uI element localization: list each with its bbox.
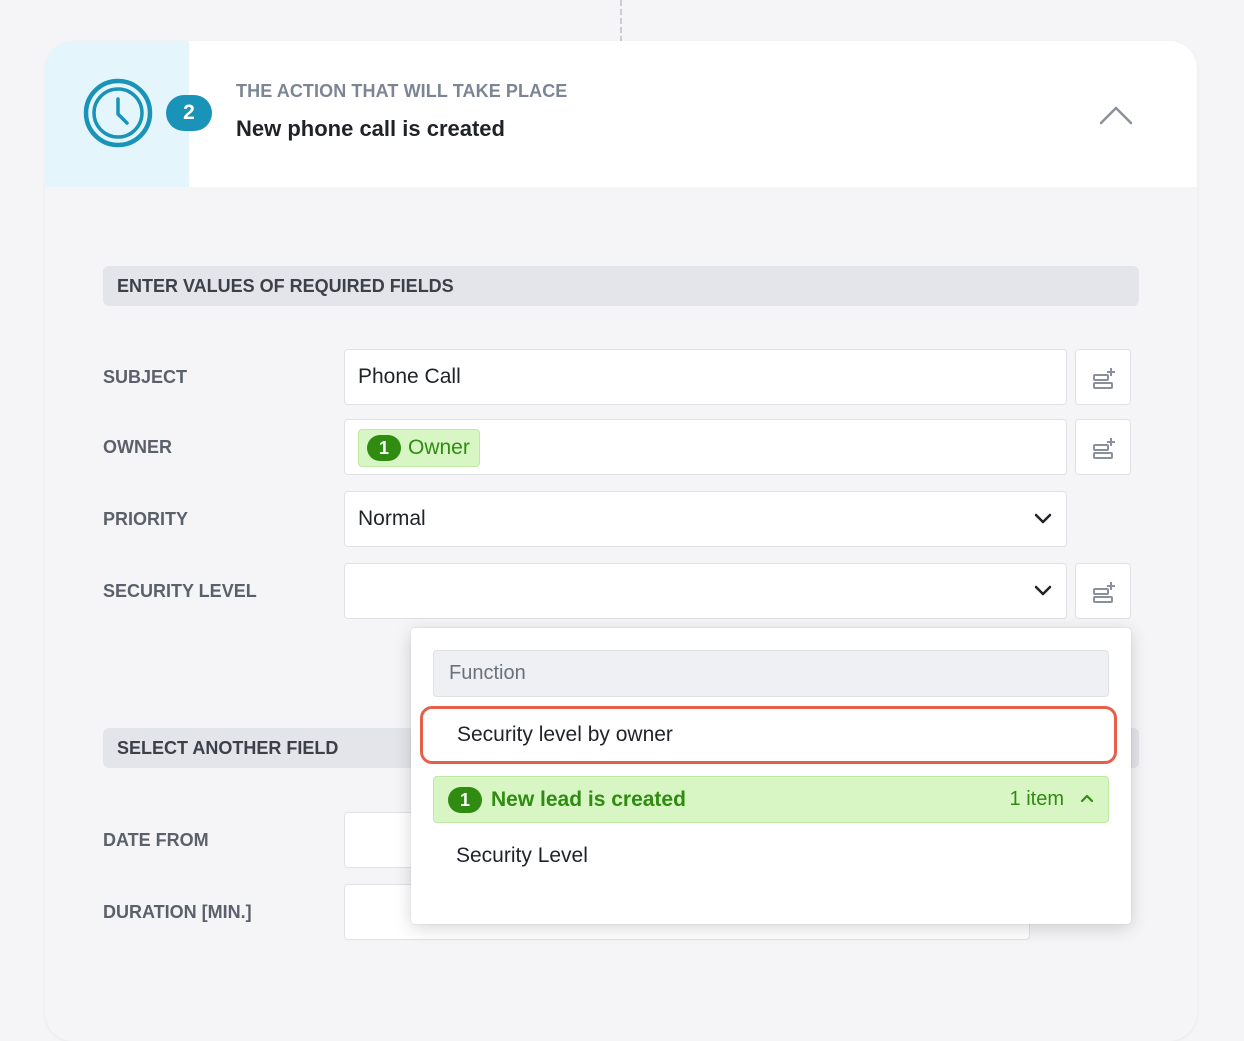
source-title: New lead is created xyxy=(491,787,686,811)
security-level-select[interactable] xyxy=(344,563,1067,619)
insert-field-button[interactable] xyxy=(1075,349,1131,405)
chevron-down-icon xyxy=(1034,513,1052,524)
owner-tag-label: Owner xyxy=(408,436,470,459)
dropdown-source-group[interactable]: 1 New lead is created 1 item xyxy=(433,776,1109,823)
priority-select[interactable]: Normal xyxy=(344,491,1067,547)
action-title: New phone call is created xyxy=(236,116,505,141)
option-security-level[interactable]: Security Level xyxy=(456,844,588,868)
chevron-up-icon xyxy=(1080,794,1094,803)
chevron-up-icon[interactable] xyxy=(1099,105,1133,125)
owner-label: OWNER xyxy=(103,437,172,457)
required-fields-header: ENTER VALUES OF REQUIRED FIELDS xyxy=(103,266,1139,306)
insert-field-icon xyxy=(1093,582,1115,603)
date-from-label: DATE FROM xyxy=(103,830,209,850)
priority-value: Normal xyxy=(358,507,426,530)
owner-input[interactable]: 1 Owner xyxy=(344,419,1067,475)
duration-label: DURATION [MIN.] xyxy=(103,902,252,922)
step-number-badge: 2 xyxy=(166,95,212,131)
source-item-count: 1 item xyxy=(1009,788,1064,810)
source-number: 1 xyxy=(448,786,482,813)
insert-field-button[interactable] xyxy=(1075,419,1131,475)
insert-field-icon xyxy=(1093,438,1115,459)
insert-field-button[interactable] xyxy=(1075,563,1131,619)
security-level-label: SECURITY LEVEL xyxy=(103,581,257,601)
action-caption: THE ACTION THAT WILL TAKE PLACE xyxy=(236,81,568,101)
dropdown-group-function: Function xyxy=(433,650,1109,697)
owner-tag-number: 1 xyxy=(367,435,401,461)
flow-connector xyxy=(620,0,622,42)
clock-icon xyxy=(83,78,153,148)
subject-label: SUBJECT xyxy=(103,367,188,387)
priority-label: PRIORITY xyxy=(103,509,189,529)
security-level-dropdown: Function Security level by owner 1 New l… xyxy=(411,628,1131,924)
action-header: 2 THE ACTION THAT WILL TAKE PLACE New ph… xyxy=(45,41,1197,187)
option-security-level-by-owner[interactable]: Security level by owner xyxy=(420,706,1117,764)
subject-input[interactable]: Phone Call xyxy=(344,349,1067,405)
insert-field-icon xyxy=(1093,368,1115,389)
chevron-down-icon xyxy=(1034,585,1052,596)
owner-tag[interactable]: 1 Owner xyxy=(358,429,480,467)
